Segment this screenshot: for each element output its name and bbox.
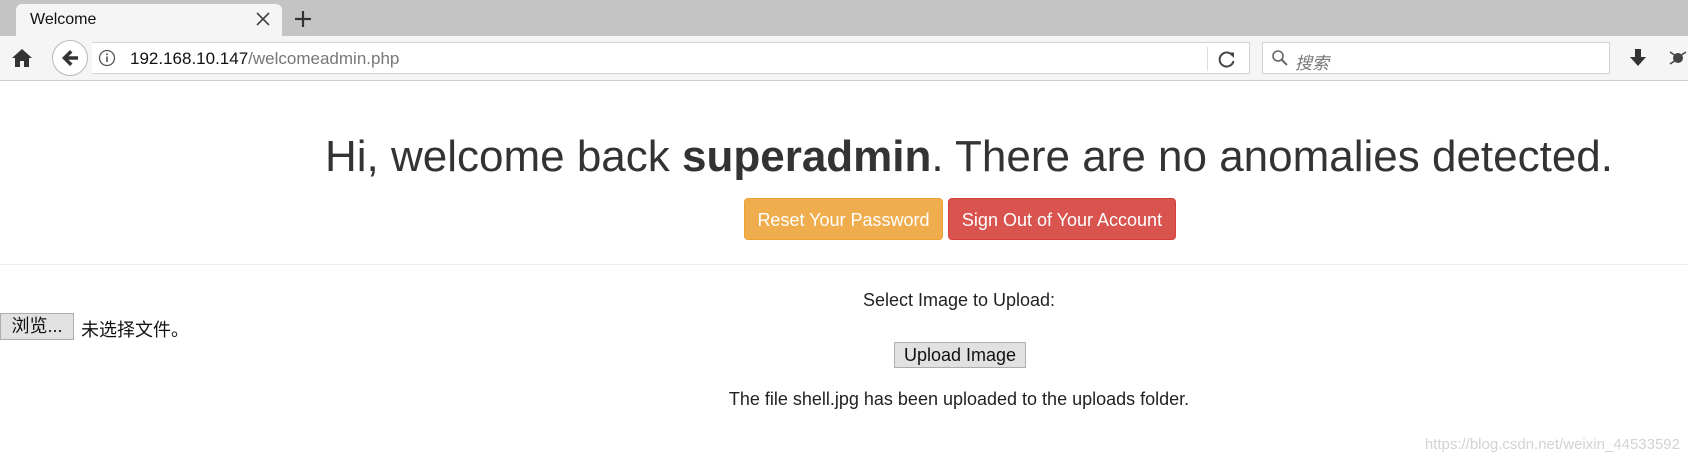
close-icon[interactable] [254, 10, 272, 28]
home-icon[interactable] [8, 45, 36, 71]
watermark: https://blog.csdn.net/weixin_44533592 [1424, 436, 1680, 453]
file-status: 未选择文件。 [81, 320, 189, 340]
reset-password-button[interactable]: Reset Your Password [744, 198, 943, 240]
upload-label: Select Image to Upload: [862, 290, 1056, 310]
welcome-suffix: . There are no anomalies detected. [931, 132, 1614, 181]
url-divider [1207, 47, 1208, 71]
url-path: /welcomeadmin.php [248, 49, 400, 68]
plus-icon[interactable] [290, 6, 316, 32]
url-host: 192.168.10.147 [130, 49, 249, 68]
back-button[interactable] [52, 40, 88, 76]
tab-strip: Welcome [0, 0, 1688, 37]
info-icon[interactable] [98, 49, 116, 67]
url-text[interactable]: 192.168.10.147/welcomeadmin.php [130, 49, 399, 69]
welcome-prefix: Hi, welcome back [324, 132, 682, 181]
download-icon[interactable] [1626, 46, 1650, 70]
search-bar[interactable]: 搜索 [1262, 42, 1610, 74]
search-icon [1272, 50, 1288, 66]
browse-button[interactable]: 浏览... [0, 313, 74, 340]
reload-icon[interactable] [1216, 49, 1238, 69]
search-placeholder: 搜索 [1295, 54, 1329, 73]
tab-title: Welcome [30, 11, 97, 28]
url-bar[interactable]: 192.168.10.147/welcomeadmin.php [92, 42, 1250, 74]
welcome-heading: Hi, welcome back superadmin. There are n… [0, 132, 1688, 182]
upload-image-button[interactable]: Upload Image [894, 342, 1026, 368]
tab-welcome[interactable]: Welcome [16, 4, 282, 37]
navigation-bar: 192.168.10.147/welcomeadmin.php 搜索 [0, 36, 1688, 81]
upload-message: The file shell.jpg has been uploaded to … [728, 389, 1190, 409]
arrow-left-icon [62, 50, 78, 66]
divider [0, 264, 1688, 265]
username: superadmin [682, 132, 932, 181]
sign-out-button[interactable]: Sign Out of Your Account [948, 198, 1176, 240]
extension-icon[interactable] [1668, 48, 1688, 68]
